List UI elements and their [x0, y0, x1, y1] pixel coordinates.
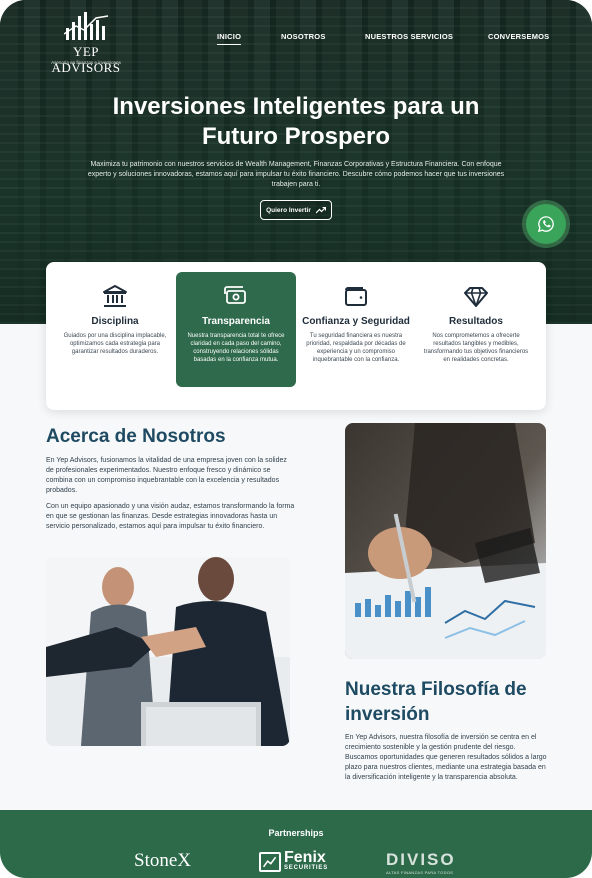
philosophy-text: En Yep Advisors, nuestra filosofía de in…: [345, 734, 547, 781]
partner-logo-stonex[interactable]: StoneX: [134, 850, 191, 872]
fenix-sub: SECURITIES: [284, 865, 329, 871]
whatsapp-button[interactable]: [526, 204, 566, 244]
whatsapp-icon: [537, 216, 554, 233]
photo-handshake: [46, 557, 290, 746]
fenix-wordmark: Fenix SECURITIES: [284, 849, 329, 872]
bank-icon: [103, 285, 127, 307]
feature-disciplina: Disciplina Guiados por una disciplina im…: [55, 272, 175, 387]
about-title: Acerca de Nosotros: [46, 426, 226, 447]
nav-item-conversemos[interactable]: CONVERSEMOS: [488, 32, 549, 41]
partner-logo-fenix[interactable]: Fenix SECURITIES: [259, 849, 329, 872]
hero-title: Inversiones Inteligentes para un Futuro …: [0, 92, 592, 152]
page: YEP ADVISORS Asesoría en finanzas e inve…: [0, 0, 592, 878]
photo-analysis: [345, 423, 546, 659]
feature-text: Guiados por una disciplina implacable, o…: [63, 333, 167, 355]
feature-text: Nuestra transparencia total te ofrece cl…: [187, 333, 285, 363]
main-nav: INICIO NOSOTROS NUESTROS SERVICIOS CONVE…: [0, 32, 592, 45]
feature-title: Resultados: [449, 316, 503, 327]
hero-subtitle: Maximiza tu patrimonio con nuestros serv…: [87, 161, 505, 188]
trend-up-icon: [315, 206, 326, 213]
feature-transparencia[interactable]: Transparencia Nuestra transparencia tota…: [176, 272, 296, 387]
nav-item-inicio[interactable]: INICIO: [217, 32, 242, 45]
feature-text: Nos comprometemos a ofrecerte resultados…: [423, 333, 529, 363]
about-paragraph-2: Con un equipo apasionado y una visión au…: [46, 503, 295, 530]
fenix-name: Fenix: [284, 849, 326, 866]
feature-confianza: Confianza y Seguridad Tu seguridad finan…: [296, 272, 416, 387]
feature-resultados: Resultados Nos comprometemos a ofrecerte…: [416, 272, 536, 387]
feature-text: Tu seguridad financiera es nuestra prior…: [306, 333, 406, 363]
wallet-icon: [345, 287, 367, 306]
about-paragraph-1: En Yep Advisors, fusionamos la vitalidad…: [46, 457, 287, 494]
diamond-icon: [464, 287, 488, 307]
partner-logo-diviso[interactable]: DIVISO ALTAS FINANZAS PARA TODOS: [386, 850, 456, 875]
nav-item-servicios[interactable]: NUESTROS SERVICIOS: [365, 32, 453, 41]
brand-tagline: Asesoría en finanzas e inversiones: [51, 60, 121, 65]
hero-title-line2: Futuro Prospero: [201, 123, 390, 150]
diviso-sub: ALTAS FINANZAS PARA TODOS: [386, 870, 454, 875]
invest-button-label: Quiero Invertir: [266, 206, 311, 214]
features-card: Disciplina Guiados por una disciplina im…: [46, 262, 546, 410]
nav-item-nosotros[interactable]: NOSOTROS: [281, 32, 326, 41]
feature-title: Confianza y Seguridad: [302, 316, 410, 327]
partners-title: Partnerships: [268, 828, 324, 838]
fenix-logo-icon: [259, 851, 281, 872]
feature-title: Disciplina: [91, 316, 139, 327]
diviso-name: DIVISO: [386, 850, 456, 869]
feature-title: Transparencia: [202, 316, 270, 327]
hero-title-line1: Inversiones Inteligentes para un: [112, 93, 480, 120]
money-icon: [224, 286, 246, 304]
philosophy-title: Nuestra Filosofía de inversión: [345, 679, 527, 725]
partners-section: Partnerships StoneX Fenix SECURITIES DIV…: [0, 810, 592, 878]
invest-button[interactable]: Quiero Invertir: [260, 200, 332, 220]
